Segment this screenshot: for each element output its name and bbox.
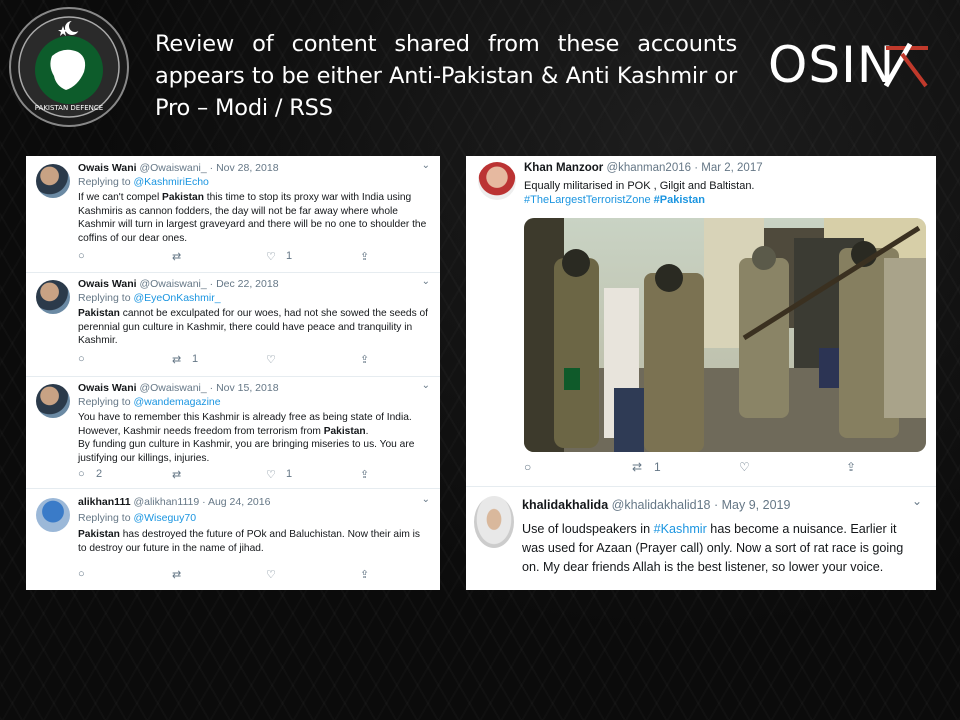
tweet-photo[interactable] [524,218,926,452]
chevron-down-icon[interactable]: ⌄ [422,380,430,391]
tweet-text: Equally militarised in POK , Gilgit and … [524,180,755,192]
osint-brand: OSIN [768,36,896,94]
tweet-date[interactable]: · Dec 22, 2018 [210,278,279,290]
chevron-down-icon[interactable]: ⌄ [912,494,922,508]
share-icon[interactable]: ⇪ [360,353,369,366]
share-icon[interactable]: ⇪ [360,468,369,481]
reply-icon[interactable]: ○ [78,250,85,262]
like-icon[interactable]: ♡ [739,460,750,474]
left-tweets-panel: Owais Wani @Owaiswani_ · Nov 28, 2018 ⌄ … [26,156,440,590]
avatar[interactable] [36,498,70,532]
tweet-actions: ○ ⇄ ♡ 1 ⇪ [78,250,378,264]
tweet-actions: ○ 2 ⇄ ♡ 1 ⇪ [78,468,378,482]
reply-count: 2 [96,468,103,480]
like-icon[interactable]: ♡ [266,353,276,366]
retweet-icon[interactable]: ⇄ [172,353,181,366]
avatar[interactable] [36,164,70,198]
retweet-icon[interactable]: ⇄ [172,468,181,481]
chevron-down-icon[interactable]: ⌄ [422,276,430,287]
tweet-text: You have to remember this Kashmir is alr… [78,412,415,464]
tweet-card[interactable]: khalidakhalida @khalidakhalid18 · May 9,… [466,490,936,590]
tweet-text: Use of loudspeakers in #Kashmir has beco… [522,522,904,574]
retweet-icon[interactable]: ⇄ [172,568,181,581]
avatar[interactable] [36,280,70,314]
tweet-date[interactable]: · May 9, 2019 [714,498,790,512]
avatar[interactable] [36,384,70,418]
display-name[interactable]: Owais Wani [78,278,137,290]
osint-t-slash-icon [883,42,928,88]
tweet-card[interactable]: Owais Wani @Owaiswani_ · Nov 15, 2018 ⌄ … [26,376,440,489]
like-icon[interactable]: ♡ [266,250,276,263]
replying-label: Replying to [78,176,131,188]
tweet-date[interactable]: · Mar 2, 2017 [694,162,762,174]
right-tweets-panel: Khan Manzoor @khanman2016 · Mar 2, 2017 … [466,156,936,590]
display-name[interactable]: khalidakhalida [522,498,608,512]
tweet-date[interactable]: · Aug 24, 2016 [202,496,270,508]
retweet-icon[interactable]: ⇄ [172,250,181,263]
reply-target-link[interactable]: @wandemagazine [133,396,220,408]
handle[interactable]: @Owaiswani_ [139,278,206,290]
chevron-down-icon[interactable]: ⌄ [422,494,430,505]
replying-label: Replying to [78,292,131,304]
reply-target-link[interactable]: @Wiseguy70 [133,512,196,524]
tweet-actions: ○ ⇄ 1 ♡ ⇪ [78,353,378,367]
display-name[interactable]: alikhan111 [78,496,131,508]
retweet-count: 1 [654,460,661,474]
like-icon[interactable]: ♡ [266,568,276,581]
tweet-card[interactable]: alikhan111 @alikhan1119 · Aug 24, 2016 ⌄… [26,488,440,590]
display-name[interactable]: Khan Manzoor [524,162,603,174]
reply-target-link[interactable]: @KashmiriEcho [133,176,208,188]
avatar[interactable] [478,162,516,200]
replying-label: Replying to [78,396,131,408]
tweet-card[interactable]: Owais Wani @Owaiswani_ · Nov 28, 2018 ⌄ … [26,156,440,273]
share-icon[interactable]: ⇪ [360,568,369,581]
handle[interactable]: @Owaiswani_ [139,162,206,174]
reply-icon[interactable]: ○ [78,353,85,365]
pakistan-defence-logo: PAKISTAN DEFENCE [8,6,130,128]
handle[interactable]: @khalidakhalid18 [612,498,711,512]
chevron-down-icon[interactable]: ⌄ [422,160,430,171]
reply-icon[interactable]: ○ [78,568,85,580]
tweet-date[interactable]: · Nov 15, 2018 [210,382,279,394]
tweet-actions: ○ ⇄ 1 ♡ ⇪ [524,460,914,476]
share-icon[interactable]: ⇪ [846,460,856,474]
share-icon[interactable]: ⇪ [360,250,369,263]
display-name[interactable]: Owais Wani [78,382,137,394]
tweet-card[interactable]: Khan Manzoor @khanman2016 · Mar 2, 2017 … [466,156,936,487]
svg-text:PAKISTAN DEFENCE: PAKISTAN DEFENCE [35,104,103,112]
reply-target-link[interactable]: @EyeOnKashmir_ [133,292,220,304]
replying-label: Replying to [78,512,131,524]
handle[interactable]: @alikhan1119 [133,496,199,508]
like-icon[interactable]: ♡ [266,468,276,481]
reply-icon[interactable]: ○ [524,460,531,474]
headline: Review of content shared from these acco… [155,31,737,121]
tweet-date[interactable]: · Nov 28, 2018 [210,162,279,174]
retweet-count: 1 [192,353,199,365]
like-count: 1 [286,468,293,480]
retweet-icon[interactable]: ⇄ [632,460,642,474]
tweet-actions: ○ ⇄ ♡ ⇪ [78,568,378,582]
handle[interactable]: @Owaiswani_ [139,382,206,394]
reply-icon[interactable]: ○ [78,468,85,480]
tweet-text: If we can't compel Pakistan this time to… [78,192,427,244]
tweet-text: Pakistan has destroyed the future of POk… [78,529,421,554]
handle[interactable]: @khanman2016 [606,162,691,174]
tweet-text: Pakistan cannot be exculpated for our wo… [78,308,428,346]
tweet-card[interactable]: Owais Wani @Owaiswani_ · Dec 22, 2018 ⌄ … [26,272,440,377]
avatar[interactable] [474,496,514,548]
like-count: 1 [286,250,293,262]
hashtag-link[interactable]: #Pakistan [654,194,705,206]
display-name[interactable]: Owais Wani [78,162,137,174]
hashtag-link[interactable]: #TheLargestTerroristZone [524,194,651,206]
